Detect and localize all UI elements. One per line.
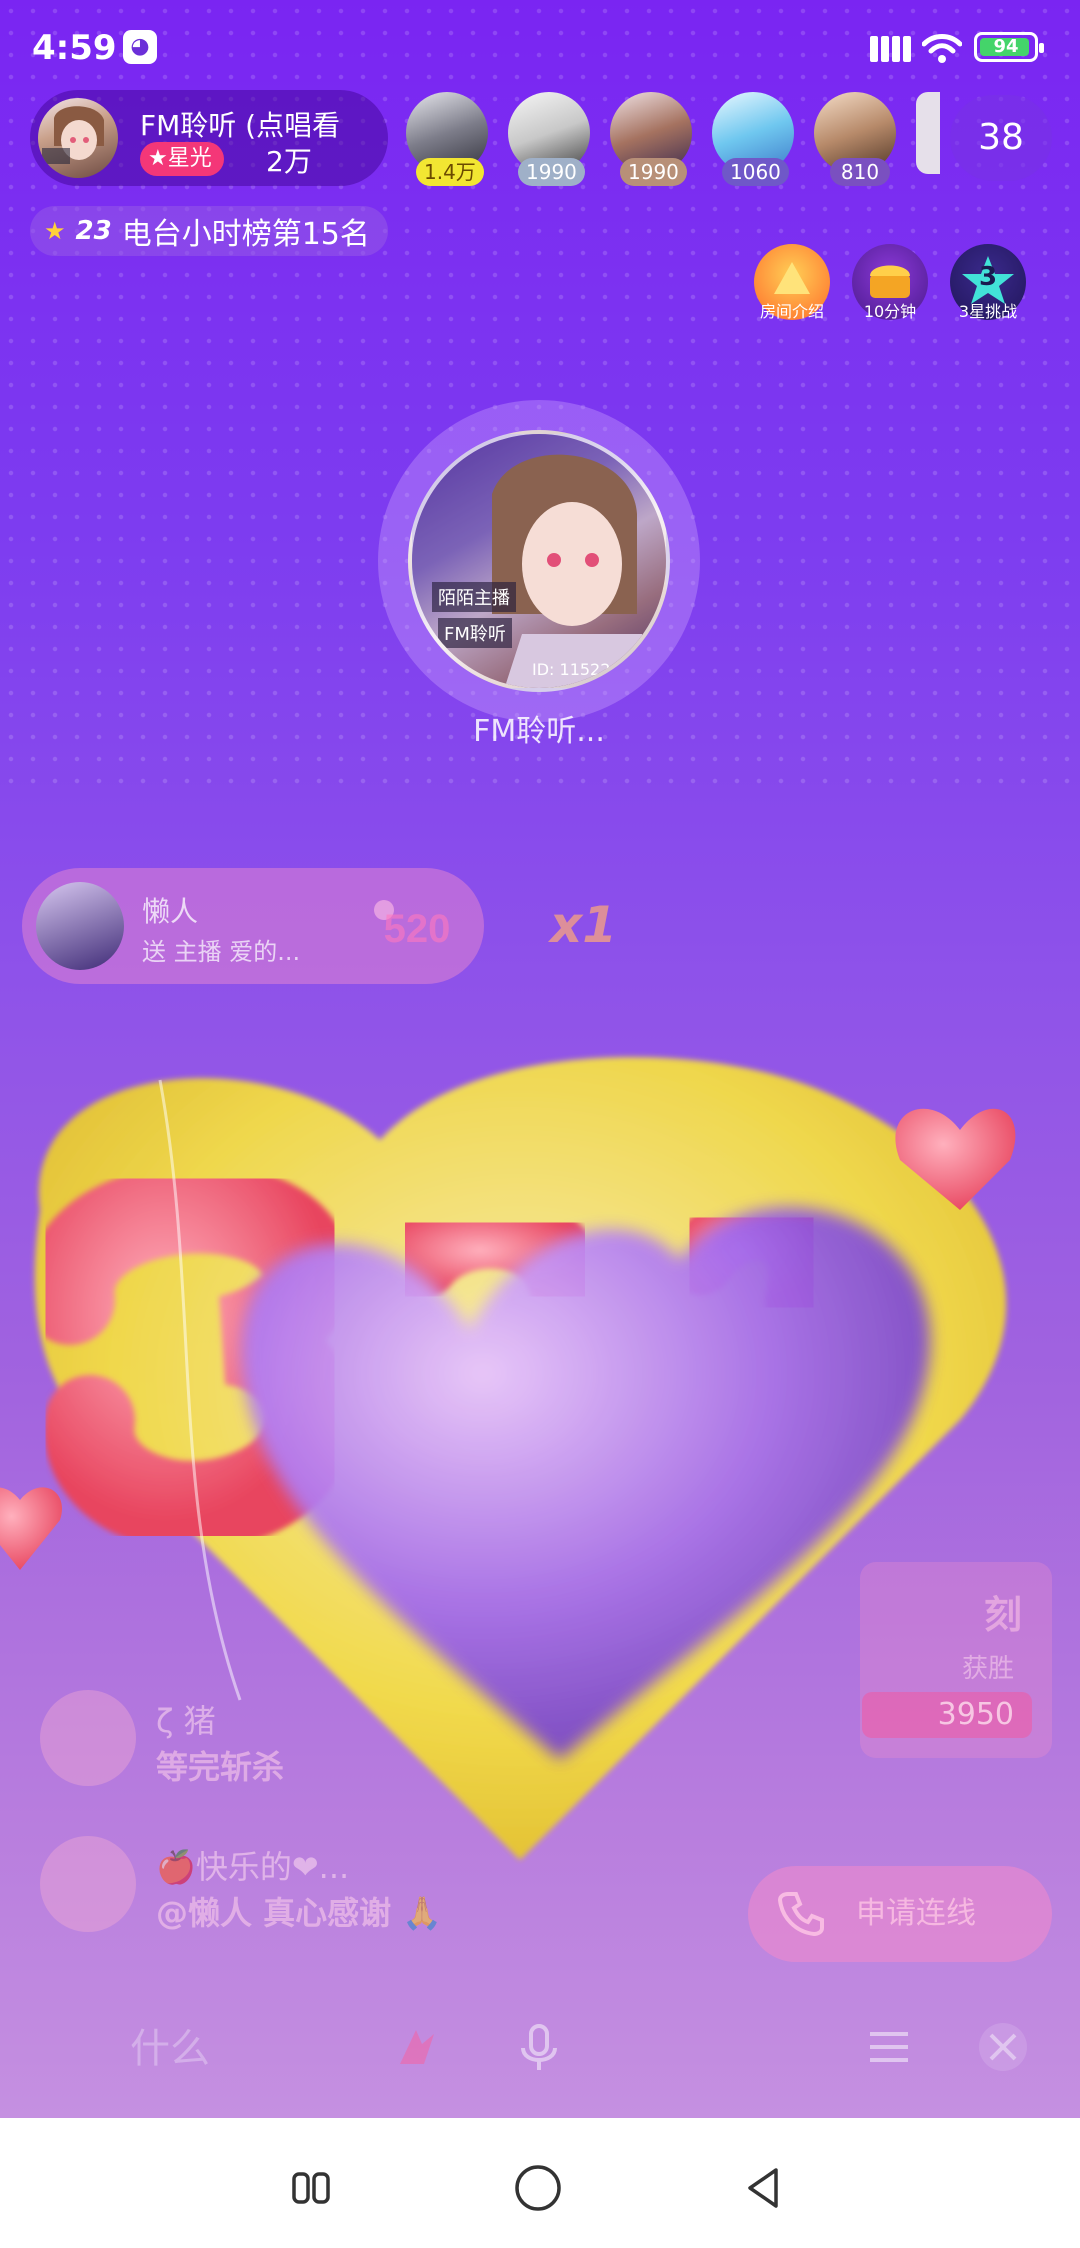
apply-link-button[interactable]: 申请连线 (748, 1866, 1052, 1962)
wifi-icon (922, 34, 962, 63)
star-icon: ★ (148, 146, 168, 171)
menu-icon[interactable] (862, 2020, 916, 2074)
viewer-count: 1990 (518, 158, 585, 186)
host-portrait (412, 434, 666, 688)
microphone-icon[interactable] (512, 2020, 566, 2074)
host-name: FM聆听 (点唱看 (140, 109, 341, 142)
ten-minute-label: 10分钟 (863, 302, 917, 321)
hourly-rank-pill[interactable]: ★ 23 电台小时榜第15名 (30, 206, 388, 256)
pk-icon[interactable] (390, 2020, 444, 2074)
home-icon[interactable] (512, 2162, 564, 2214)
rank-text: 电台小时榜第15名 (121, 217, 370, 252)
star-badge: ★星光 (140, 142, 224, 176)
chat-username: ζ 猪 (156, 1702, 216, 1740)
pk-subtitle: 获胜 (961, 1654, 1014, 1684)
pk-score: 3950 (862, 1692, 1032, 1738)
viewer-count: 1.4万 (416, 158, 484, 186)
star-count: 2万 (266, 145, 312, 178)
status-bar: 4:59 ◕ 94 (0, 0, 1080, 100)
gift-sender-avatar[interactable] (36, 882, 124, 970)
host-card[interactable]: FM聆听 (点唱看 ★星光 2万 (30, 90, 388, 186)
challenge-badge: 3 (978, 262, 998, 292)
chat-message: ζ 猪 等完斩杀 (40, 1690, 740, 1790)
chat-avatar[interactable] (40, 1690, 136, 1786)
avatar-watermark-id: ID: 11522 (532, 660, 611, 679)
back-icon[interactable] (738, 2162, 790, 2214)
chat-input-placeholder[interactable]: 什么 (130, 2016, 210, 2074)
chat-text: @懒人 真心感谢 🙏 (156, 1894, 443, 1932)
host-avatar[interactable] (38, 98, 118, 178)
viewer-count: 810 (830, 158, 890, 186)
rank-level: 23 (75, 216, 112, 246)
room-intro-label: 房间介绍 (759, 302, 824, 321)
chat-bubble-icon: ◕ (123, 30, 157, 64)
chat-text: 等完斩杀 (156, 1748, 285, 1786)
battery-level: 94 (993, 36, 1019, 57)
gift-banner: 懒人 送 主播 爱的... 520 (22, 868, 484, 984)
mic-seat-name: FM聆听... (473, 714, 605, 749)
battery-tip (1039, 43, 1044, 53)
gift-520-icon: 520 (374, 900, 451, 951)
bottom-input-bar: 什么 (0, 1996, 1080, 2096)
chat-avatar[interactable] (40, 1836, 136, 1932)
viewer-count: 1990 (620, 158, 687, 186)
chat-message: 🍎快乐的❤... @懒人 真心感谢 🙏 (40, 1836, 740, 1936)
chat-username: 🍎快乐的❤... (156, 1848, 350, 1886)
pk-title: 刻 (983, 1593, 1022, 1637)
gift-sender-name: 懒人 (142, 895, 199, 928)
phone-icon (777, 1892, 824, 1937)
avatar-watermark-1: 陌陌主播 (432, 582, 516, 612)
gift-520-text: 520 (384, 907, 451, 951)
mic-seat-avatar[interactable]: 陌陌主播 FM聆听 ID: 11522 (408, 430, 670, 692)
viewer-avatar-partial[interactable] (916, 92, 940, 174)
star-badge-label: 星光 (167, 146, 212, 171)
viewer-count: 1060 (722, 158, 789, 186)
signal-icon (870, 36, 911, 62)
pk-card[interactable]: 刻 获胜 3950 (860, 1562, 1052, 1758)
online-count[interactable]: 38 (950, 95, 1052, 181)
battery-indicator: 94 (974, 32, 1044, 62)
apply-link-label: 申请连线 (856, 1896, 976, 1931)
gift-multiplier: x1 (550, 896, 618, 954)
recent-apps-icon[interactable] (286, 2162, 338, 2214)
status-time: 4:59 (32, 28, 117, 68)
close-icon[interactable] (976, 2020, 1030, 2074)
rank-star-icon: ★ (44, 217, 66, 245)
star-challenge-label: 3星挑战 (958, 302, 1018, 321)
gift-text: 送 主播 爱的... (142, 938, 301, 966)
live-room-screen: 4:59 ◕ 94 FM聆听 (点唱看 ★星光 2万 ★ 23 电台小时榜第15… (0, 0, 1080, 2118)
avatar-watermark-2: FM聆听 (438, 618, 512, 648)
system-navigation-bar (0, 2118, 1080, 2248)
